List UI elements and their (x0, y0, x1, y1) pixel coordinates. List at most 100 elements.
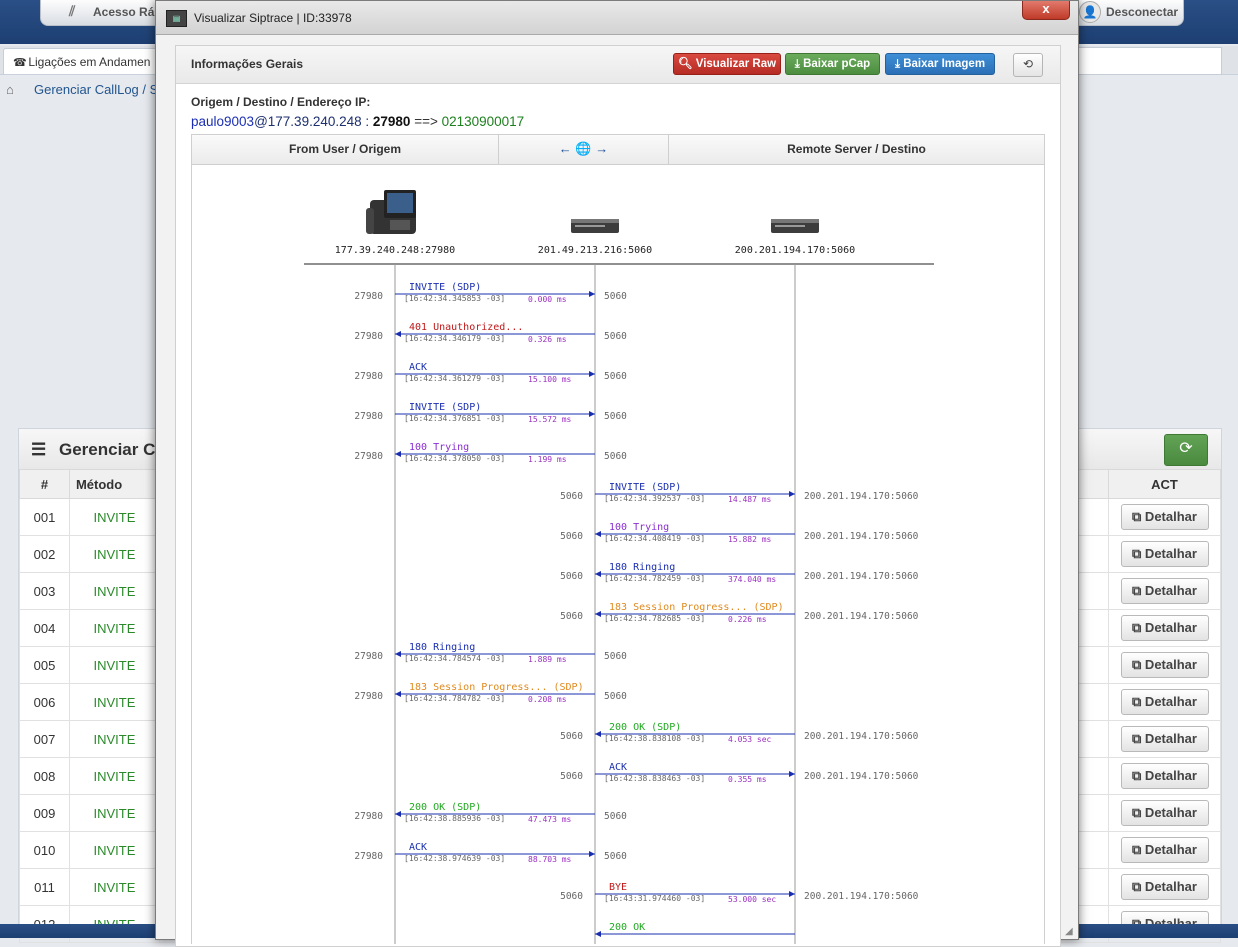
message-timestamp: [16:42:34.378050 -03] (404, 454, 505, 463)
resize-grip[interactable]: ◢ (1065, 926, 1077, 938)
row-metodo: INVITE (68, 794, 160, 832)
route-user: paulo9003 (191, 114, 255, 129)
arrow-head (589, 411, 595, 417)
left-port: 5060 (560, 491, 583, 502)
row-actions: ⧉ Detalhar (1108, 720, 1221, 758)
home-icon[interactable]: ⌂ (6, 82, 20, 97)
arrow-head (589, 851, 595, 857)
arrow-head (589, 371, 595, 377)
server-icon (771, 219, 819, 233)
close-button[interactable]: x (1022, 1, 1070, 20)
right-port: 5060 (604, 811, 627, 822)
endpoint-label-0: 177.39.240.248:27980 (335, 245, 455, 256)
right-port: 200.201.194.170:5060 (804, 731, 919, 742)
row-number: 004 (19, 609, 70, 647)
left-port: 5060 (560, 771, 583, 782)
flow-direction-icons[interactable]: ← 🌐 → (499, 135, 669, 164)
reload-button[interactable]: ⟲ (1013, 53, 1043, 77)
baixar-imagem-button[interactable]: ⤓ Baixar Imagem (885, 53, 995, 75)
tab-strip-right (1070, 47, 1222, 75)
detalhar-button[interactable]: ⧉ Detalhar (1120, 800, 1209, 826)
left-port: 5060 (560, 891, 583, 902)
right-port: 5060 (604, 691, 627, 702)
row-number: 009 (19, 794, 70, 832)
modal-titlebar[interactable]: ▤ Visualizar Siptrace | ID:33978 x (156, 1, 1078, 35)
panel-title-text: Gerenciar C (59, 440, 156, 459)
row-number: 006 (19, 683, 70, 721)
left-port: 5060 (560, 731, 583, 742)
detalhar-button[interactable]: ⧉ Detalhar (1120, 652, 1209, 678)
arrow-head (789, 891, 795, 897)
endpoint-label-1: 201.49.213.216:5060 (538, 245, 652, 256)
message-timestamp: [16:43:31.974460 -03] (604, 894, 705, 903)
row-metodo: INVITE (68, 868, 160, 906)
detalhar-button[interactable]: ⧉ Detalhar (1120, 615, 1209, 641)
detalhar-button[interactable]: ⧉ Detalhar (1120, 763, 1209, 789)
modal-title: Visualizar Siptrace | ID:33978 (194, 11, 352, 25)
message-timestamp: [16:42:34.784574 -03] (404, 654, 505, 663)
route-destination: 02130900017 (441, 114, 525, 129)
message-label: INVITE (SDP) (609, 482, 681, 493)
detalhar-button[interactable]: ⧉ Detalhar (1120, 578, 1209, 604)
row-metodo: INVITE (68, 720, 160, 758)
row-actions: ⧉ Detalhar (1108, 535, 1221, 573)
message-timestamp: [16:42:34.361279 -03] (404, 374, 505, 383)
sip-flow-diagram: 177.39.240.248:27980 201.49.213.216:5060 2… (191, 164, 1045, 944)
arrow-head (595, 571, 601, 577)
arrow-head (395, 331, 401, 337)
message-label: 180 Ringing (409, 642, 475, 653)
desk-phone-icon (366, 190, 416, 234)
detalhar-button[interactable]: ⧉ Detalhar (1120, 726, 1209, 752)
row-number: 008 (19, 757, 70, 795)
message-timestamp: [16:42:34.392537 -03] (604, 494, 705, 503)
message-delta: 53.000 sec (728, 895, 776, 904)
close-icon: x (1042, 1, 1050, 16)
detalhar-button[interactable]: ⧉ Detalhar (1120, 689, 1209, 715)
phone-icon: ☎ (13, 57, 27, 69)
message-delta: 15.572 ms (528, 415, 572, 424)
arrow-head (789, 491, 795, 497)
row-metodo: INVITE (68, 535, 160, 573)
detalhar-button[interactable]: ⧉ Detalhar (1120, 837, 1209, 863)
row-number: 001 (19, 498, 70, 536)
right-port: 5060 (604, 451, 627, 462)
acesso-rapido-label: Acesso Ráp (93, 5, 162, 19)
row-actions: ⧉ Detalhar (1108, 868, 1221, 906)
message-timestamp: [16:42:34.346179 -03] (404, 334, 505, 343)
detalhar-button[interactable]: ⧉ Detalhar (1120, 874, 1209, 900)
search-icon: 🔍︎ (677, 58, 693, 70)
endpoint-label-2: 200.201.194.170:5060 (735, 245, 855, 256)
arrow-head (595, 931, 601, 937)
left-port: 27980 (354, 651, 383, 662)
message-label: INVITE (SDP) (409, 282, 481, 293)
message-timestamp: [16:42:34.784782 -03] (404, 694, 505, 703)
right-port: 200.201.194.170:5060 (804, 571, 919, 582)
route-arrow: ==> (410, 114, 442, 129)
detalhar-button[interactable]: ⧉ Detalhar (1120, 541, 1209, 567)
right-port: 200.201.194.170:5060 (804, 891, 919, 902)
arrow-head (789, 771, 795, 777)
message-delta: 1.199 ms (528, 455, 567, 464)
row-metodo: INVITE (68, 683, 160, 721)
message-label: 200 OK (SDP) (409, 802, 481, 813)
message-delta: 0.208 ms (528, 695, 567, 704)
row-actions: ⧉ Detalhar (1108, 646, 1221, 684)
left-port: 27980 (354, 331, 383, 342)
desconectar-button[interactable]: 👤 Desconectar (1070, 0, 1184, 26)
detalhar-button[interactable]: ⧉ Detalhar (1120, 504, 1209, 530)
arrow-head (595, 731, 601, 737)
route-info: paulo9003@177.39.240.248 : 27980 ==> 021… (191, 114, 524, 129)
visualizar-raw-button[interactable]: 🔍︎ Visualizar Raw (673, 53, 781, 75)
breadcrumb-link[interactable]: Gerenciar CallLog / S (34, 82, 158, 97)
baixar-pcap-button[interactable]: ⤓ Baixar pCap (785, 53, 880, 75)
baixar-imagem-label: Baixar Imagem (903, 58, 986, 70)
arrow-head (395, 651, 401, 657)
refresh-button[interactable]: ⟳ (1164, 434, 1208, 466)
message-delta: 15.100 ms (528, 375, 572, 384)
row-actions: ⧉ Detalhar (1108, 572, 1221, 610)
info-panel: Informações Gerais 🔍︎ Visualizar Raw ⤓ B… (175, 45, 1061, 947)
message-label: 183 Session Progress... (SDP) (609, 602, 784, 613)
arrow-head (595, 531, 601, 537)
message-label: ACK (409, 842, 427, 853)
message-timestamp: [16:42:34.782685 -03] (604, 614, 705, 623)
